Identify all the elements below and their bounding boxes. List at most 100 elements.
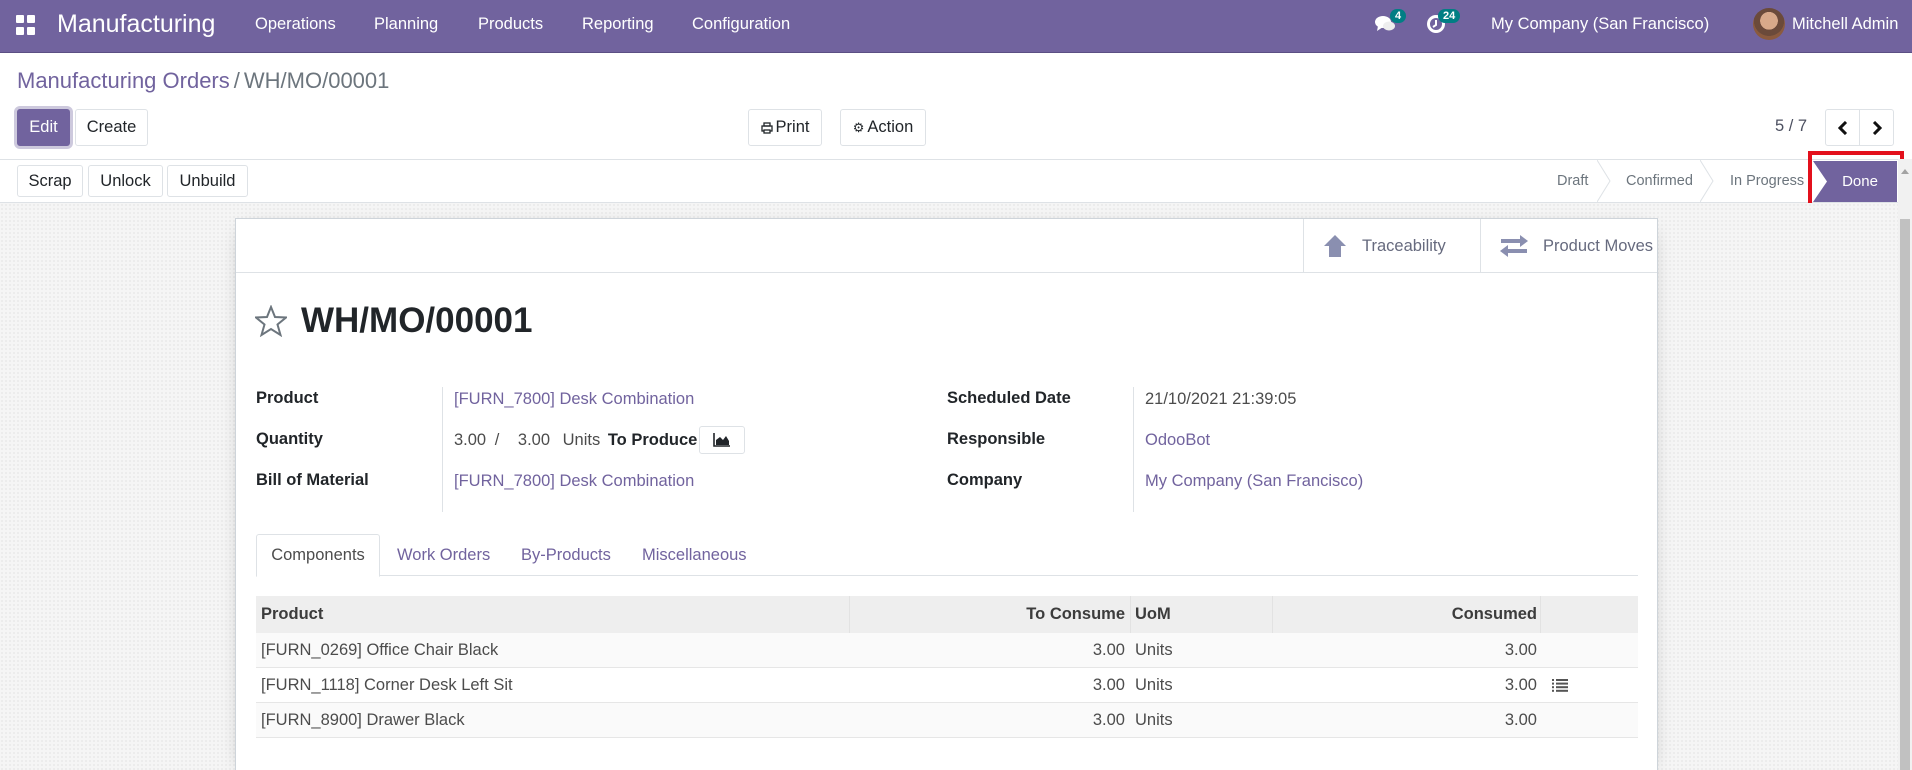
column-divider [1540,596,1541,633]
stage-divider [1597,160,1611,202]
tab-components[interactable]: Components [256,534,380,577]
field-divider [1133,387,1134,512]
qty-produced: 3.00 [454,431,487,449]
col-consumed[interactable]: Consumed [1452,596,1537,633]
menu-planning[interactable]: Planning [374,15,438,34]
cell-uom: Units [1135,711,1173,729]
menu-operations[interactable]: Operations [255,15,336,34]
column-divider [849,596,850,633]
stage-draft[interactable]: Draft [1557,160,1588,202]
cell-to-consume: 3.00 [1092,641,1125,659]
top-navbar: Manufacturing Operations Planning Produc… [0,0,1912,53]
responsible-value[interactable]: OdooBot [1145,431,1210,450]
traceability-label: Traceability [1362,236,1446,255]
breadcrumb-separator: / [233,68,240,93]
responsible-label: Responsible [947,430,1046,448]
create-button[interactable]: Create [75,109,148,146]
scheduled-date-value: 21/10/2021 21:39:05 [1145,390,1297,408]
pager-value[interactable]: 5 / 7 [1775,117,1807,136]
product-moves-label: Product Moves [1543,236,1654,255]
table-row[interactable]: [FURN_0269] Office Chair Black 3.00 Units 3… [256,633,1638,668]
form-sheet: Traceability Product Moves WH/MO/00001 P… [235,218,1658,770]
user-menu[interactable]: Mitchell Admin [1792,15,1898,34]
field-divider [442,387,443,512]
menu-products[interactable]: Products [478,15,543,34]
quantity-value: 3.00 / 3.00 Units To Produce [454,431,697,450]
scrollbar[interactable] [1898,159,1912,770]
col-product[interactable]: Product [261,596,323,633]
app-name[interactable]: Manufacturing [57,10,215,39]
menu-reporting[interactable]: Reporting [582,15,654,34]
gear-icon: ⚙ [852,119,865,135]
column-divider [1272,596,1273,633]
product-moves-button[interactable]: Product Moves [1480,219,1657,273]
form-statusbar: Scrap Unlock Unbuild Draft Confirmed In … [0,159,1912,203]
exchange-icon [1500,235,1528,257]
table-header: Product To Consume UoM Consumed [256,596,1638,633]
action-button[interactable]: ⚙ Action [840,109,926,146]
breadcrumb-parent[interactable]: Manufacturing Orders [17,68,230,93]
product-value[interactable]: [FURN_7800] Desk Combination [454,390,694,409]
print-label: Print [775,118,810,136]
scheduled-date-label: Scheduled Date [947,389,1071,407]
apps-menu-icon[interactable] [16,15,36,35]
user-avatar[interactable] [1753,8,1785,40]
company-value[interactable]: My Company (San Francisco) [1145,472,1363,491]
cell-product: [FURN_0269] Office Chair Black [261,641,499,659]
stage-divider [1700,160,1714,202]
tab-by-products[interactable]: By-Products [521,534,611,576]
smart-button-box: Traceability Product Moves [236,219,1657,273]
company-switcher[interactable]: My Company (San Francisco) [1491,15,1709,34]
messages-badge: 4 [1390,9,1407,23]
qty-suffix: To Produce [607,431,698,449]
traceability-button[interactable]: Traceability [1303,219,1481,273]
cell-product: [FURN_1118] Corner Desk Left Sit [261,676,513,694]
chevron-right-icon [1872,120,1882,135]
bom-label: Bill of Material [256,471,369,489]
quantity-label: Quantity [256,430,323,448]
area-chart-icon [713,433,730,447]
pager-previous-button[interactable] [1825,109,1860,146]
table-row[interactable]: [FURN_8900] Drawer Black 3.00 Units 3.00 [256,703,1638,738]
cell-to-consume: 3.00 [1092,711,1125,729]
unbuild-button[interactable]: Unbuild [167,165,248,197]
record-title: WH/MO/00001 [301,301,533,340]
cell-consumed: 3.00 [1504,641,1537,659]
unlock-button[interactable]: Unlock [88,165,163,197]
pager-next-button[interactable] [1859,109,1894,146]
company-label: Company [947,471,1023,489]
action-label: Action [867,118,914,136]
stage-in-progress[interactable]: In Progress [1730,160,1804,202]
scrap-button[interactable]: Scrap [17,165,83,197]
detailed-operations-icon[interactable] [1552,668,1568,703]
tab-work-orders[interactable]: Work Orders [397,534,490,576]
print-icon [760,121,773,134]
breadcrumb: Manufacturing Orders / WH/MO/00001 [17,68,389,94]
menu-configuration[interactable]: Configuration [692,15,790,34]
scrollbar-thumb[interactable] [1900,219,1910,770]
cell-to-consume: 3.00 [1092,676,1125,694]
qty-to-produce: 3.00 [517,431,551,449]
cell-product: [FURN_8900] Drawer Black [261,711,465,729]
print-button[interactable]: Print [748,109,822,146]
chevron-left-icon [1837,120,1847,135]
tab-miscellaneous[interactable]: Miscellaneous [642,534,747,576]
forecast-chart-button[interactable] [699,426,745,454]
notebook-tabs: Components Work Orders By-Products Misce… [256,534,1638,577]
column-divider [1130,596,1131,633]
arrow-up-icon [1324,235,1346,257]
qty-separator: / [494,431,500,449]
col-to-consume[interactable]: To Consume [1026,596,1125,633]
scroll-up-icon[interactable] [1901,169,1909,174]
bom-value[interactable]: [FURN_7800] Desk Combination [454,472,694,491]
cell-consumed: 3.00 [1504,711,1537,729]
table-row[interactable]: [FURN_1118] Corner Desk Left Sit 3.00 Unit… [256,668,1638,703]
activities-badge: 24 [1438,9,1461,23]
star-icon[interactable] [255,305,287,337]
activities-button[interactable]: 24 [1426,9,1461,39]
stage-confirmed[interactable]: Confirmed [1626,160,1693,202]
col-uom[interactable]: UoM [1135,596,1171,633]
cell-uom: Units [1135,676,1173,694]
edit-button[interactable]: Edit [17,109,70,146]
messages-button[interactable]: 4 [1374,9,1407,39]
